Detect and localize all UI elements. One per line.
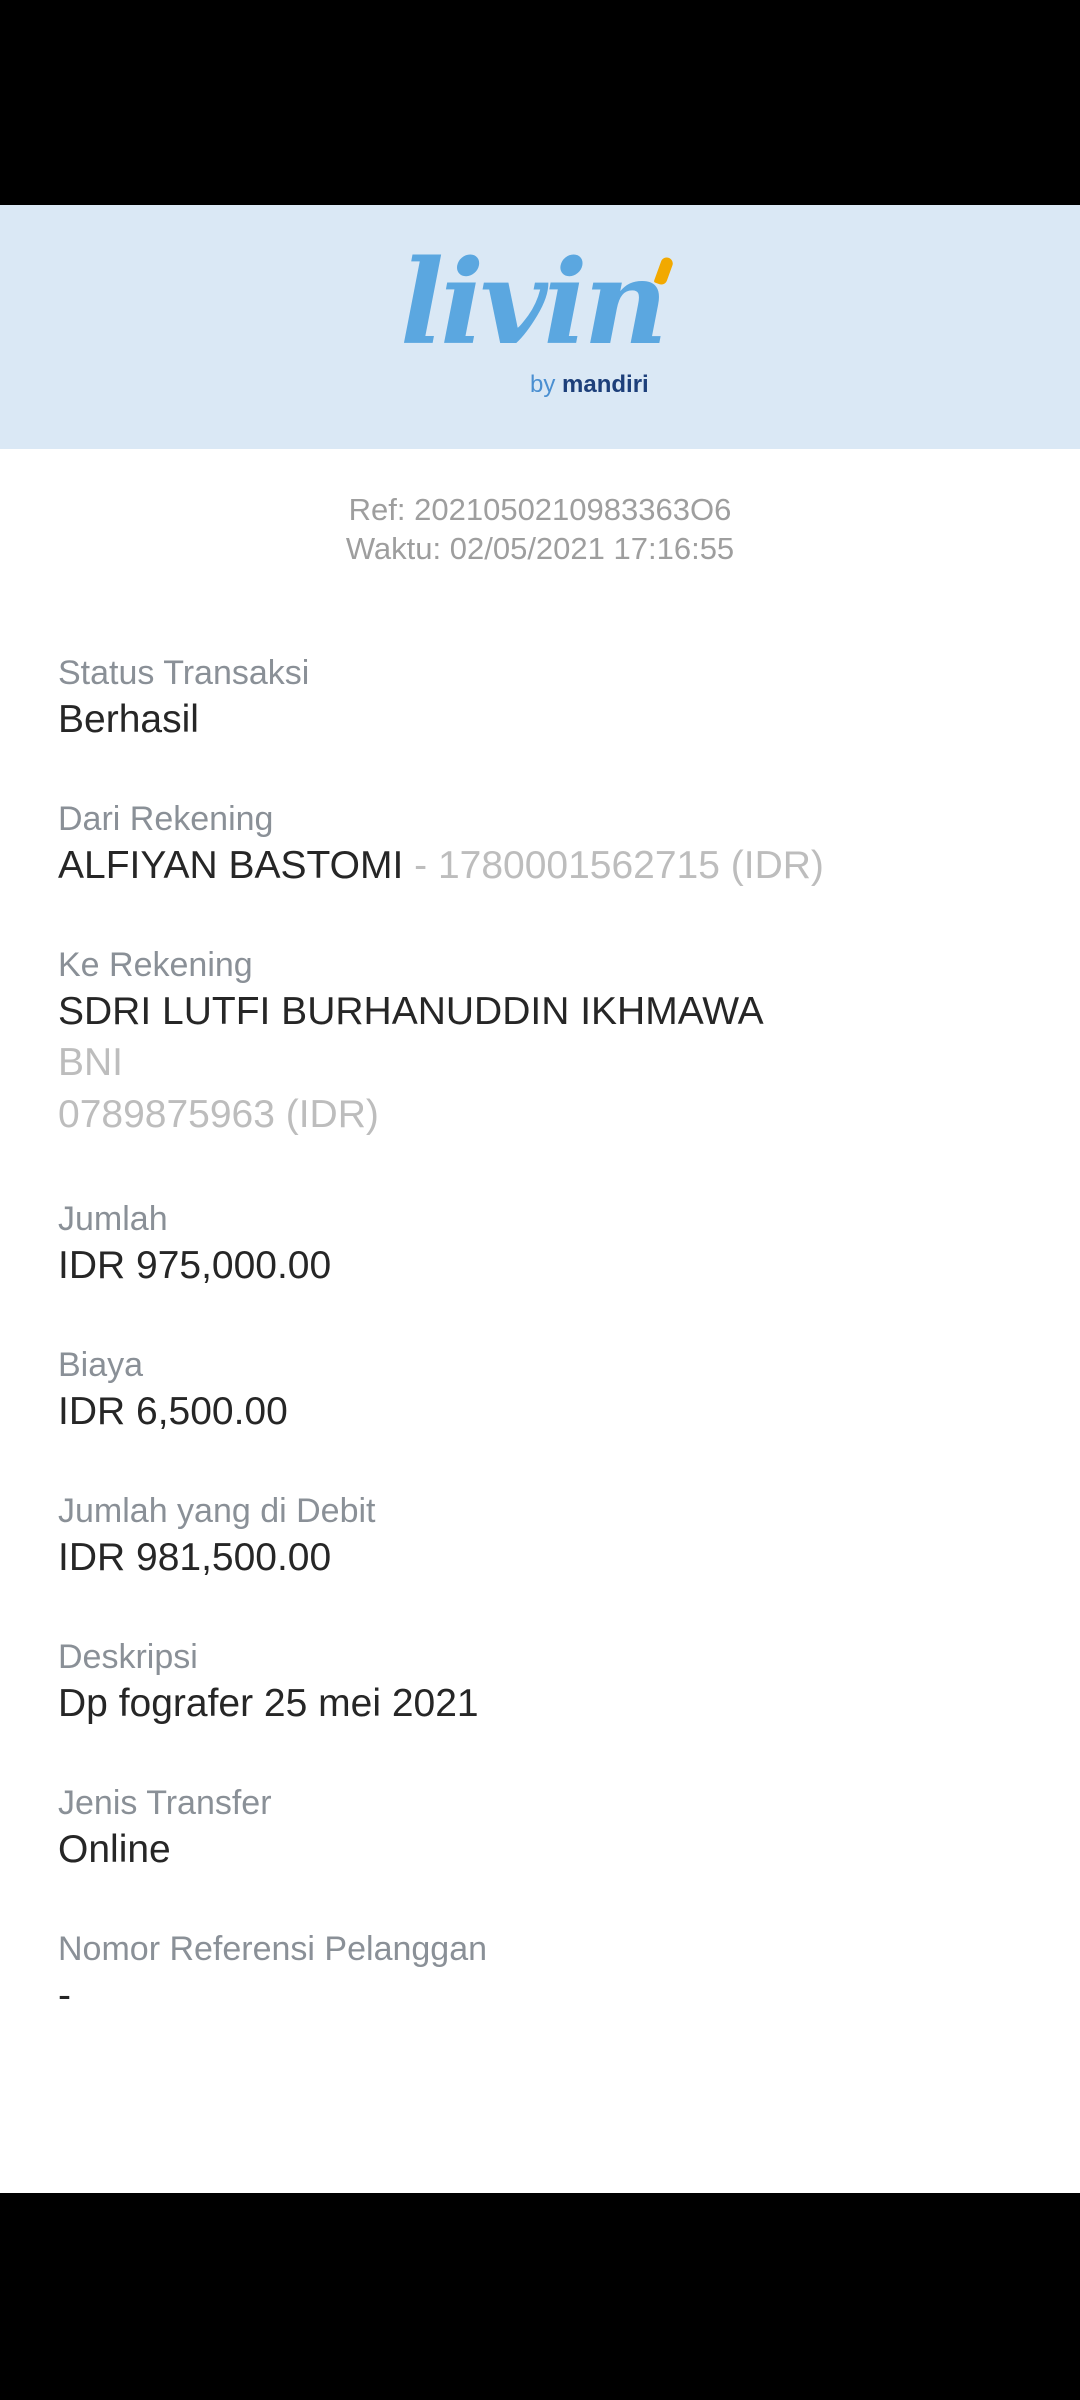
field-from-account: Dari Rekening ALFIYAN BASTOMI - 17800015… <box>58 797 1038 891</box>
field-description: Deskripsi Dp fografer 25 mei 2021 <box>58 1635 1038 1729</box>
field-value: IDR 981,500.00 <box>58 1536 332 1579</box>
field-label: Ke Rekening <box>58 946 253 984</box>
reference-number: Ref: 2021050210983363O6 <box>348 492 732 527</box>
field-value: IDR 975,000.00 <box>58 1244 332 1287</box>
logo-byline: by mandiri <box>530 373 649 397</box>
field-label: Biaya <box>58 1346 144 1384</box>
status-bar <box>0 0 1080 205</box>
field-value: Dp fografer 25 mei 2021 <box>58 1682 479 1725</box>
logo-wordmark: livin <box>400 235 668 371</box>
transaction-time: Waktu: 02/05/2021 17:16:55 <box>345 531 735 566</box>
field-value: ALFIYAN BASTOMI - 1780001562715 (IDR) <box>58 841 1038 891</box>
field-label: Dari Rekening <box>58 800 274 838</box>
field-label: Jenis Transfer <box>58 1784 272 1822</box>
field-to-account: Ke Rekening SDRI LUTFI BURHANUDDIN IKHMA… <box>58 943 1038 1141</box>
transaction-receipt: livin by mandiri Ref: 2021050210983363O6… <box>0 205 1080 2193</box>
receipt-header: livin by mandiri <box>0 205 1080 449</box>
navigation-bar <box>0 2193 1080 2400</box>
transaction-meta: Ref: 2021050210983363O6 Waktu: 02/05/202… <box>0 490 1080 568</box>
field-value: Berhasil <box>58 698 199 741</box>
field-debit-amount: Jumlah yang di Debit IDR 981,500.00 <box>58 1489 1038 1583</box>
field-label: Jumlah <box>58 1200 168 1238</box>
field-value: - <box>58 1974 71 2017</box>
field-value: Online <box>58 1828 171 1871</box>
from-account-name: ALFIYAN BASTOMI <box>58 844 404 887</box>
field-amount: Jumlah IDR 975,000.00 <box>58 1197 1038 1291</box>
field-transfer-type: Jenis Transfer Online <box>58 1781 1038 1875</box>
field-label: Deskripsi <box>58 1638 198 1676</box>
field-customer-reference: Nomor Referensi Pelanggan - <box>58 1927 1038 2021</box>
to-account-name: SDRI LUTFI BURHANUDDIN IKHMAWA <box>58 990 764 1033</box>
livin-logo: livin by mandiri <box>400 245 690 415</box>
field-status: Status Transaksi Berhasil <box>58 651 1038 745</box>
field-label: Status Transaksi <box>58 654 310 692</box>
field-label: Jumlah yang di Debit <box>58 1492 376 1530</box>
logo-mandiri-text: mandiri <box>562 371 649 398</box>
field-value: IDR 6,500.00 <box>58 1390 288 1433</box>
field-label: Nomor Referensi Pelanggan <box>58 1930 488 1968</box>
to-account-bank: BNI <box>58 1041 124 1084</box>
logo-by-text: by <box>530 371 556 398</box>
field-fee: Biaya IDR 6,500.00 <box>58 1343 1038 1437</box>
to-account-number: 0789875963 (IDR) <box>58 1093 379 1136</box>
from-account-number: - 1780001562715 (IDR) <box>403 844 824 887</box>
